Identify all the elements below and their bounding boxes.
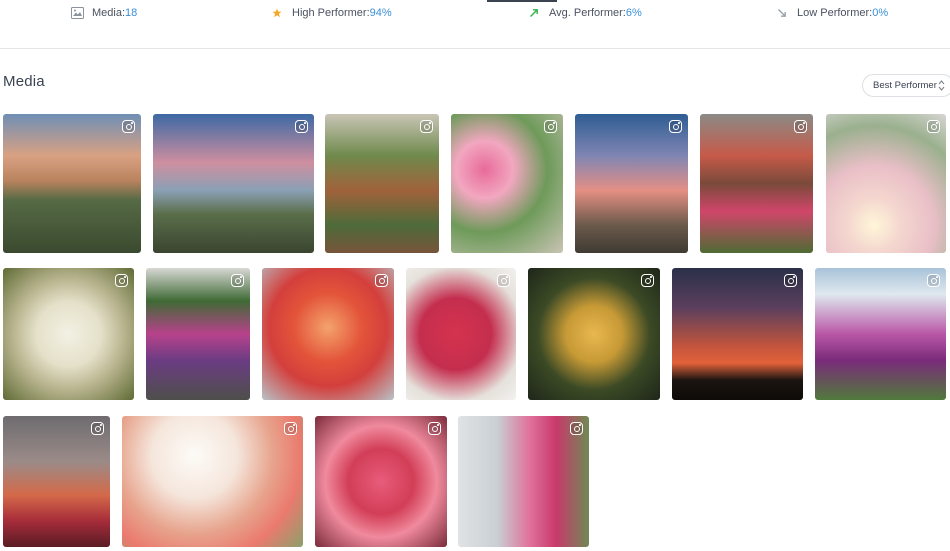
stat-high-value: 94% [369, 7, 392, 19]
star-icon [270, 6, 284, 20]
instagram-icon [570, 422, 583, 435]
sort-select[interactable]: Best Performer [862, 74, 950, 97]
instagram-icon [927, 120, 940, 133]
chevron-up-down-icon [938, 79, 945, 95]
media-tile[interactable] [575, 114, 688, 253]
media-tile[interactable] [3, 416, 110, 547]
arrow-up-right-icon [527, 6, 541, 20]
stat-low-value: 0% [872, 7, 889, 19]
media-tile[interactable] [815, 268, 946, 400]
stat-high-label: High Performer: [292, 7, 370, 19]
instagram-icon [641, 274, 654, 287]
stat-high-performer: High Performer: 94% [270, 6, 392, 20]
media-tile[interactable] [325, 114, 439, 253]
stat-media: Media: 18 [70, 6, 137, 20]
instagram-icon [420, 120, 433, 133]
instagram-icon [115, 274, 128, 287]
instagram-icon [375, 274, 388, 287]
media-tile[interactable] [458, 416, 589, 547]
media-tile[interactable] [528, 268, 660, 400]
stat-low-label: Low Performer: [797, 7, 873, 19]
instagram-icon [91, 422, 104, 435]
image-icon [70, 6, 84, 20]
stats-bar: Media: 18 High Performer: 94% Avg. Perfo… [0, 0, 950, 26]
instagram-icon [231, 274, 244, 287]
instagram-icon [497, 274, 510, 287]
arrow-down-right-icon [775, 6, 789, 20]
media-tile[interactable] [406, 268, 516, 400]
instagram-icon [669, 120, 682, 133]
instagram-icon [428, 422, 441, 435]
instagram-icon [784, 274, 797, 287]
media-tile[interactable] [3, 268, 134, 400]
instagram-icon [284, 422, 297, 435]
instagram-icon [794, 120, 807, 133]
instagram-icon [295, 120, 308, 133]
stat-avg-performer: Avg. Performer: 6% [527, 6, 642, 20]
media-tile[interactable] [122, 416, 303, 547]
stat-media-label: Media: [92, 7, 126, 19]
header-divider [0, 48, 950, 49]
stat-low-performer: Low Performer: 0% [775, 6, 888, 20]
stat-media-value: 18 [125, 7, 138, 19]
media-tile[interactable] [146, 268, 250, 400]
media-tile[interactable] [262, 268, 394, 400]
media-tile[interactable] [826, 114, 946, 253]
stat-avg-value: 6% [625, 7, 642, 19]
media-tile[interactable] [315, 416, 447, 547]
instagram-icon [927, 274, 940, 287]
section-title: Media [3, 73, 45, 90]
media-tile[interactable] [700, 114, 813, 253]
sort-select-value: Best Performer [873, 80, 937, 91]
media-tile[interactable] [3, 114, 141, 253]
media-tile[interactable] [153, 114, 314, 253]
stat-avg-label: Avg. Performer: [549, 7, 626, 19]
media-tile[interactable] [451, 114, 563, 253]
instagram-icon [122, 120, 135, 133]
media-tile[interactable] [672, 268, 803, 400]
instagram-icon [544, 120, 557, 133]
